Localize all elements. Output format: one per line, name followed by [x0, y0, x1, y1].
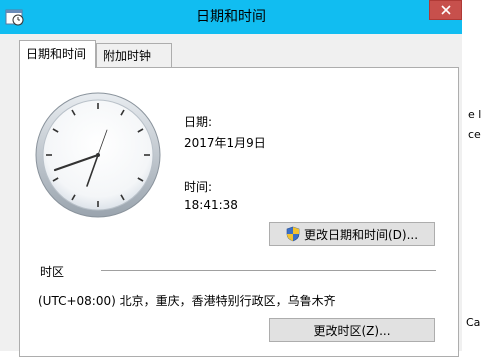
background-text: Ca [466, 316, 481, 329]
close-icon [440, 5, 451, 15]
tab-date-and-time[interactable]: 日期和时间 [19, 40, 96, 68]
timezone-heading: 时区 [40, 265, 65, 279]
section-divider [101, 270, 436, 271]
close-button[interactable] [429, 0, 462, 20]
time-label: 时间: [184, 180, 213, 194]
uac-shield-icon [286, 226, 300, 242]
change-timezone-label: 更改时区(Z)... [313, 323, 391, 338]
background-text: ce [468, 128, 481, 141]
change-timezone-button[interactable]: 更改时区(Z)... [269, 318, 435, 342]
timezone-value: (UTC+08:00) 北京，重庆，香港特别行政区，乌鲁木齐 [38, 294, 336, 308]
tab-additional-clocks[interactable]: 附加时钟 [96, 43, 172, 67]
window-title: 日期和时间 [196, 9, 266, 25]
background-window [462, 0, 481, 351]
date-label: 日期: [184, 115, 213, 129]
change-date-time-button[interactable]: 更改日期和时间(D)... [269, 222, 435, 246]
change-date-time-label: 更改日期和时间(D)... [303, 227, 419, 242]
date-time-dialog: 日期和时间 日期和时间 附加时钟 日期: 2017年1月9日 时间: 18:41… [0, 0, 462, 357]
time-value: 18:41:38 [184, 198, 238, 212]
title-bar[interactable]: 日期和时间 [0, 0, 462, 34]
analog-clock [33, 90, 163, 220]
background-text: e l [468, 108, 481, 121]
date-value: 2017年1月9日 [184, 136, 266, 150]
